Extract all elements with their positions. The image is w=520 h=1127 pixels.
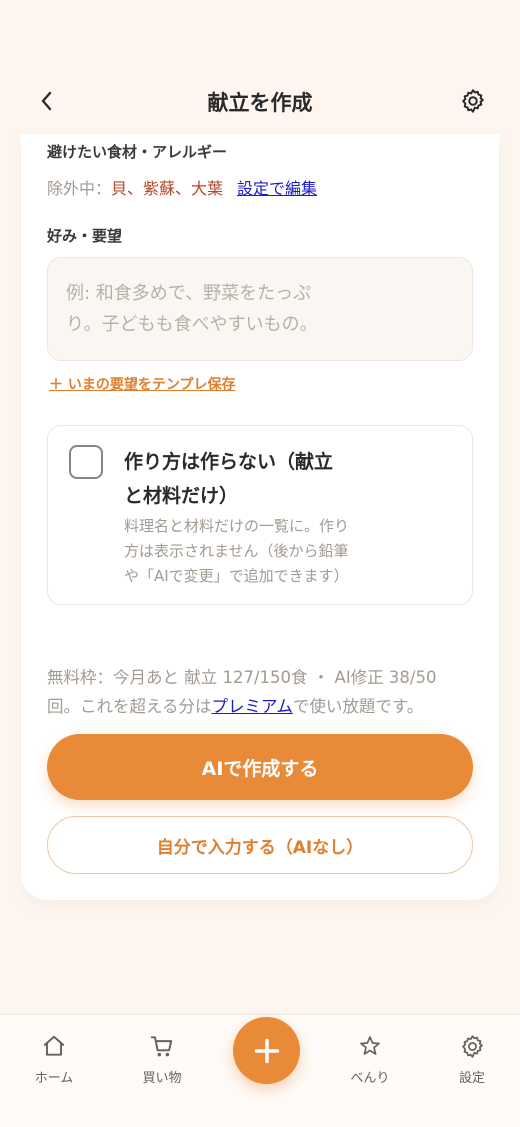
plus-icon	[254, 1038, 279, 1063]
tab-shopping[interactable]: 買い物	[122, 1031, 202, 1086]
no-recipe-desc-line-2: 方は表示されません（後から鉛筆	[124, 542, 349, 560]
free-quota-text: 無料枠：今月あと 献立 127/150食 ・ AI修正 38/50 回。これを超…	[47, 663, 477, 721]
create-menu-card: 避けたい食材・アレルギー 除外中：貝、紫蘇、大葉 設定で編集 好み・要望 例: 和…	[21, 134, 499, 900]
quota-line-2-suffix: で使い放題です。	[292, 697, 424, 716]
no-recipe-title-line-1: 作り方は作らない（献立	[124, 451, 334, 473]
add-button[interactable]	[233, 1017, 300, 1084]
no-recipe-option[interactable]: 作り方は作らない（献立 と材料だけ） 料理名と材料だけの一覧に。作り 方は表示さ…	[47, 425, 473, 605]
save-template-link[interactable]: ＋ いまの要望をテンプレ保存	[49, 374, 235, 394]
gear-icon	[461, 1034, 483, 1058]
avoid-ingredients-label: 避けたい食材・アレルギー	[47, 143, 228, 161]
manual-input-button[interactable]: 自分で入力する（AIなし）	[47, 816, 473, 874]
no-recipe-desc-line-1: 料理名と材料だけの一覧に。作り	[124, 517, 350, 535]
home-icon	[43, 1035, 65, 1056]
placeholder-line-1: 例: 和食多めで、野菜をたっぷ	[66, 283, 312, 304]
placeholder-line-2: り。子どもも食べやすいもの。	[66, 314, 318, 335]
no-recipe-description: 料理名と材料だけの一覧に。作り 方は表示されません（後から鉛筆 や「AIで変更」…	[124, 514, 384, 589]
premium-link[interactable]: プレミアム	[212, 697, 293, 716]
excluded-items: 貝、紫蘇、大葉	[111, 179, 224, 198]
cart-icon	[150, 1036, 173, 1057]
page-title: 献立を作成	[207, 91, 313, 115]
tab-favorites[interactable]: べんり	[330, 1031, 410, 1086]
edit-in-settings-link[interactable]: 設定で編集	[237, 179, 317, 198]
tab-settings[interactable]: 設定	[432, 1031, 512, 1086]
tab-home[interactable]: ホーム	[14, 1031, 94, 1086]
quota-line-2: 回。これを超える分はプレミアムで使い放題です。	[47, 692, 477, 721]
no-recipe-title-line-2: と材料だけ）	[124, 485, 239, 507]
star-icon	[360, 1036, 380, 1055]
quota-line-2-prefix: 回。これを超える分は	[47, 697, 212, 716]
quota-line-1: 無料枠：今月あと 献立 127/150食 ・ AI修正 38/50	[47, 668, 437, 687]
tab-home-label: ホーム	[34, 1071, 74, 1086]
tab-settings-label: 設定	[458, 1071, 485, 1086]
excluded-ingredients-row: 除外中：貝、紫蘇、大葉 設定で編集	[47, 175, 317, 199]
preferences-label: 好み・要望	[47, 227, 123, 245]
ai-create-button[interactable]: AIで作成する	[47, 734, 473, 800]
gear-icon	[462, 89, 484, 113]
no-recipe-desc-line-3: や「AIで変更」で追加できます）	[124, 567, 349, 585]
no-recipe-checkbox[interactable]	[69, 445, 103, 479]
chevron-left-icon	[41, 91, 52, 111]
app-header: 献立を作成	[0, 70, 520, 134]
settings-button[interactable]	[456, 84, 490, 118]
status-bar	[0, 0, 520, 70]
tab-favorites-label: べんり	[350, 1071, 390, 1086]
excluded-prefix: 除外中：	[47, 179, 112, 198]
no-recipe-title: 作り方は作らない（献立 と材料だけ）	[124, 445, 374, 513]
back-button[interactable]	[30, 84, 64, 118]
tab-shopping-label: 買い物	[142, 1071, 182, 1086]
preferences-textarea[interactable]: 例: 和食多めで、野菜をたっぷ り。子どもも食べやすいもの。	[47, 257, 473, 361]
